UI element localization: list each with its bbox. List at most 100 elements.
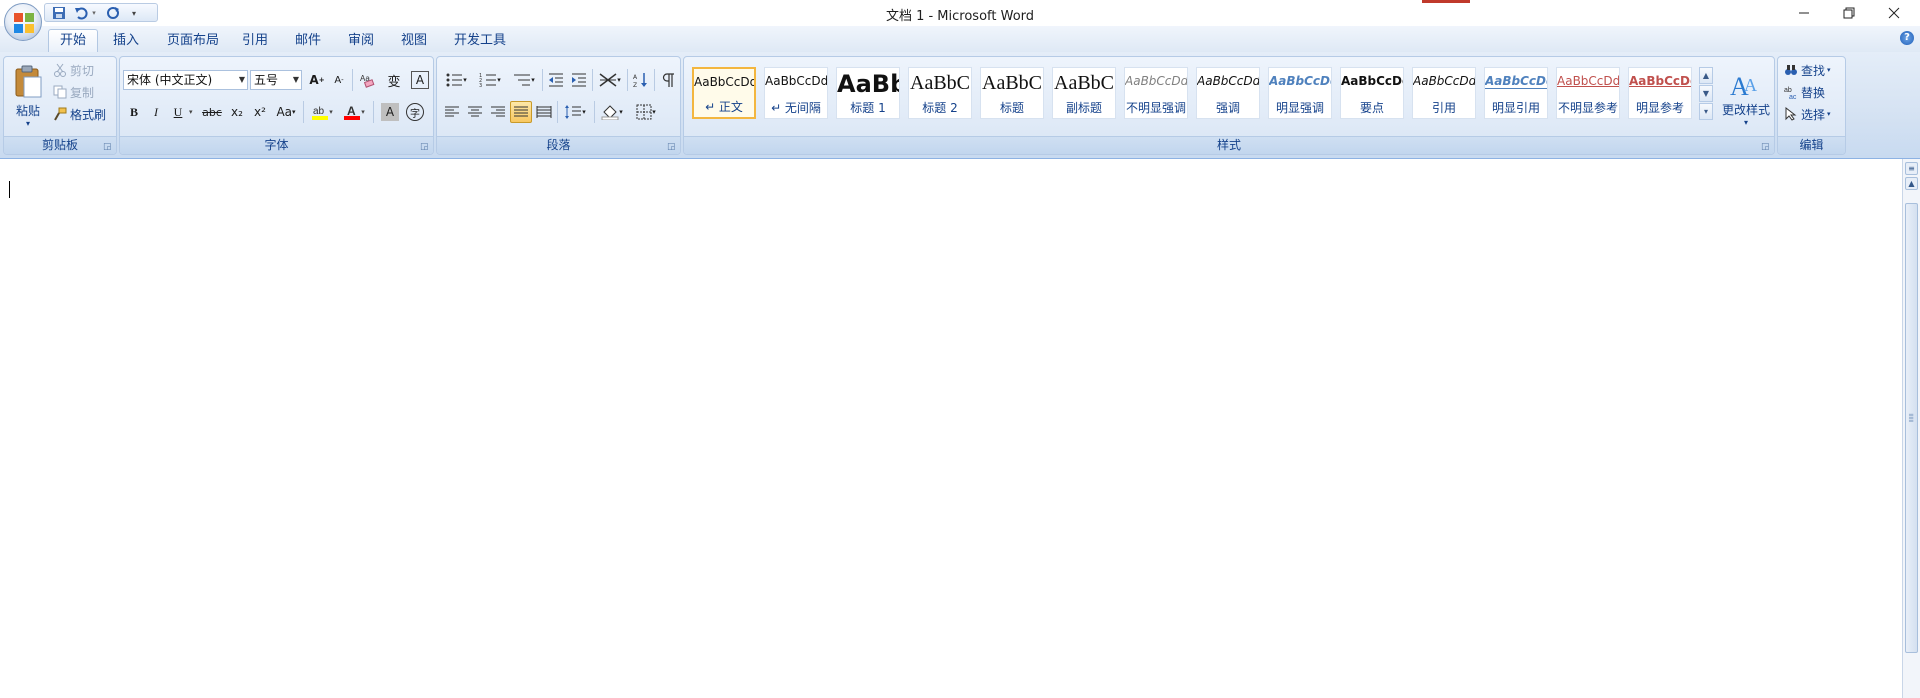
clipboard-launcher-icon[interactable]: ◲ <box>103 142 113 152</box>
bold-button[interactable]: B <box>123 101 145 123</box>
change-styles-button[interactable]: A A 更改样式 ▾ <box>1719 59 1773 135</box>
font-color-button[interactable]: A ▾ <box>339 101 369 123</box>
underline-button[interactable]: U <box>167 101 189 123</box>
tab-references[interactable]: 引用 <box>231 30 279 51</box>
style-emphasis[interactable]: AaBbCcDd 强调 <box>1196 67 1260 119</box>
customize-qat-button[interactable]: ▾ <box>129 5 139 21</box>
sort-button[interactable]: AZ <box>630 69 652 91</box>
style-no-spacing[interactable]: AaBbCcDd ↵ 无间隔 <box>764 67 828 119</box>
ruler-toggle-icon[interactable]: ≡ <box>1905 162 1918 175</box>
style-strong[interactable]: AaBbCcDd 要点 <box>1340 67 1404 119</box>
subscript-button[interactable]: x₂ <box>226 101 248 123</box>
find-button[interactable]: 查找 ▾ <box>1784 60 1831 80</box>
phonetic-guide-button[interactable]: 变 <box>383 69 405 91</box>
chevron-down-icon: ▼ <box>238 75 245 84</box>
undo-dropdown[interactable]: ▾ <box>89 5 99 21</box>
copy-button[interactable]: 复制 <box>53 82 94 102</box>
editing-group-label: 编辑 <box>1778 136 1845 154</box>
shrink-font-button[interactable]: A- <box>328 69 350 91</box>
styles-launcher-icon[interactable]: ◲ <box>1761 142 1771 152</box>
clear-formatting-button[interactable]: Aa <box>356 69 378 91</box>
format-painter-button[interactable]: 格式刷 <box>53 104 106 124</box>
restore-button[interactable] <box>1826 0 1871 26</box>
style-subtle-emphasis[interactable]: AaBbCcDd 不明显强调 <box>1124 67 1188 119</box>
distributed-align-button[interactable] <box>533 101 555 123</box>
decrease-indent-button[interactable] <box>545 69 567 91</box>
paste-label: 粘贴 <box>15 104 40 118</box>
paste-button[interactable]: 粘贴 ▾ <box>8 59 48 133</box>
close-button[interactable] <box>1871 0 1916 26</box>
superscript-button[interactable]: x² <box>249 101 271 123</box>
style-intense-reference[interactable]: AaBbCcDd 明显参考 <box>1628 67 1692 119</box>
scroll-up-button[interactable]: ▲ <box>1905 177 1918 190</box>
tab-mailings[interactable]: 邮件 <box>284 30 332 51</box>
vertical-scrollbar[interactable]: ≡ ▲ ═ ═ ═ <box>1902 159 1920 698</box>
grow-font-button[interactable]: A + <box>306 69 328 91</box>
highlight-color-button[interactable]: ab ▾ <box>307 101 337 123</box>
separator <box>654 69 655 91</box>
paste-dropdown-icon: ▾ <box>25 119 30 128</box>
select-button[interactable]: 选择 ▾ <box>1784 104 1831 124</box>
multilevel-list-button[interactable]: ▾ <box>509 69 539 91</box>
justify-button[interactable] <box>510 101 532 123</box>
tab-home[interactable]: 开始 <box>48 29 99 53</box>
style-normal[interactable]: AaBbCcDd ↵ 正文 <box>692 67 756 119</box>
undo-icon <box>75 7 88 20</box>
scrollbar-thumb[interactable]: ═ ═ ═ <box>1905 203 1918 653</box>
tab-insert[interactable]: 插入 <box>102 30 150 51</box>
shrink-font-icon: A <box>334 74 342 86</box>
align-right-button[interactable] <box>487 101 509 123</box>
ribbon-tabs: 开始 插入 页面布局 引用 邮件 审阅 视图 开发工具 <box>0 26 1920 53</box>
paragraph-launcher-icon[interactable]: ◲ <box>667 142 677 152</box>
enclose-characters-button[interactable]: 字 <box>404 101 426 123</box>
tab-review[interactable]: 审阅 <box>337 30 385 51</box>
redo-button[interactable] <box>105 5 121 21</box>
numbering-button[interactable]: 1 2 3 ▾ <box>475 69 505 91</box>
office-button[interactable] <box>4 3 42 41</box>
replace-button[interactable]: ab ac 替换 <box>1784 82 1825 102</box>
style-title[interactable]: AaBbC 标题 <box>980 67 1044 119</box>
increase-indent-button[interactable] <box>568 69 590 91</box>
font-name-combo[interactable]: 宋体 (中文正文) ▼ <box>123 70 248 90</box>
chinese-layout-button[interactable]: ▾ <box>595 69 625 91</box>
font-launcher-icon[interactable]: ◲ <box>420 142 430 152</box>
style-name-label: 标题 2 <box>922 101 958 115</box>
style-name-label: ↵ 无间隔 <box>771 101 821 115</box>
character-shading-button[interactable]: A <box>381 103 399 121</box>
cut-button[interactable]: 剪切 <box>53 60 94 80</box>
align-left-button[interactable] <box>441 101 463 123</box>
style-subtitle[interactable]: AaBbC 副标题 <box>1052 67 1116 119</box>
change-case-button[interactable]: Aa ▾ <box>273 101 299 123</box>
borders-button[interactable]: ▾ <box>631 101 661 123</box>
gallery-scroll-up[interactable]: ▲ <box>1699 67 1713 84</box>
chevron-down-icon: ▼ <box>292 75 299 84</box>
separator <box>592 69 593 91</box>
style-heading-1[interactable]: AaBb 标题 1 <box>836 67 900 119</box>
style-quote[interactable]: AaBbCcDd 引用 <box>1412 67 1476 119</box>
tab-developer[interactable]: 开发工具 <box>443 30 517 51</box>
change-case-icon: Aa <box>276 105 293 119</box>
show-hide-marks-button[interactable] <box>657 69 679 91</box>
underline-dropdown-icon[interactable]: ▾ <box>189 108 193 116</box>
tab-page-layout[interactable]: 页面布局 <box>156 30 230 51</box>
minimize-button[interactable] <box>1781 0 1826 26</box>
line-spacing-button[interactable]: ▾ <box>560 101 590 123</box>
character-border-button[interactable]: A <box>411 71 429 89</box>
style-heading-2[interactable]: AaBbC 标题 2 <box>908 67 972 119</box>
help-icon[interactable]: ? <box>1900 31 1914 45</box>
align-center-button[interactable] <box>464 101 486 123</box>
italic-button[interactable]: I <box>145 101 167 123</box>
style-intense-quote[interactable]: AaBbCcDd 明显引用 <box>1484 67 1548 119</box>
tab-view[interactable]: 视图 <box>390 30 438 51</box>
gallery-scroll-down[interactable]: ▼ <box>1699 85 1713 102</box>
font-size-combo[interactable]: 五号 ▼ <box>250 70 302 90</box>
style-subtle-reference[interactable]: AaBbCcDd 不明显参考 <box>1556 67 1620 119</box>
style-intense-emphasis[interactable]: AaBbCcDd 明显强调 <box>1268 67 1332 119</box>
bullets-button[interactable]: ▾ <box>441 69 471 91</box>
save-button[interactable] <box>51 5 67 21</box>
document-canvas[interactable] <box>0 159 1902 698</box>
shading-button[interactable]: ▾ <box>597 101 627 123</box>
undo-button[interactable] <box>73 5 89 21</box>
strikethrough-button[interactable]: abc <box>199 101 225 123</box>
gallery-more-button[interactable]: ▾ <box>1699 103 1713 120</box>
